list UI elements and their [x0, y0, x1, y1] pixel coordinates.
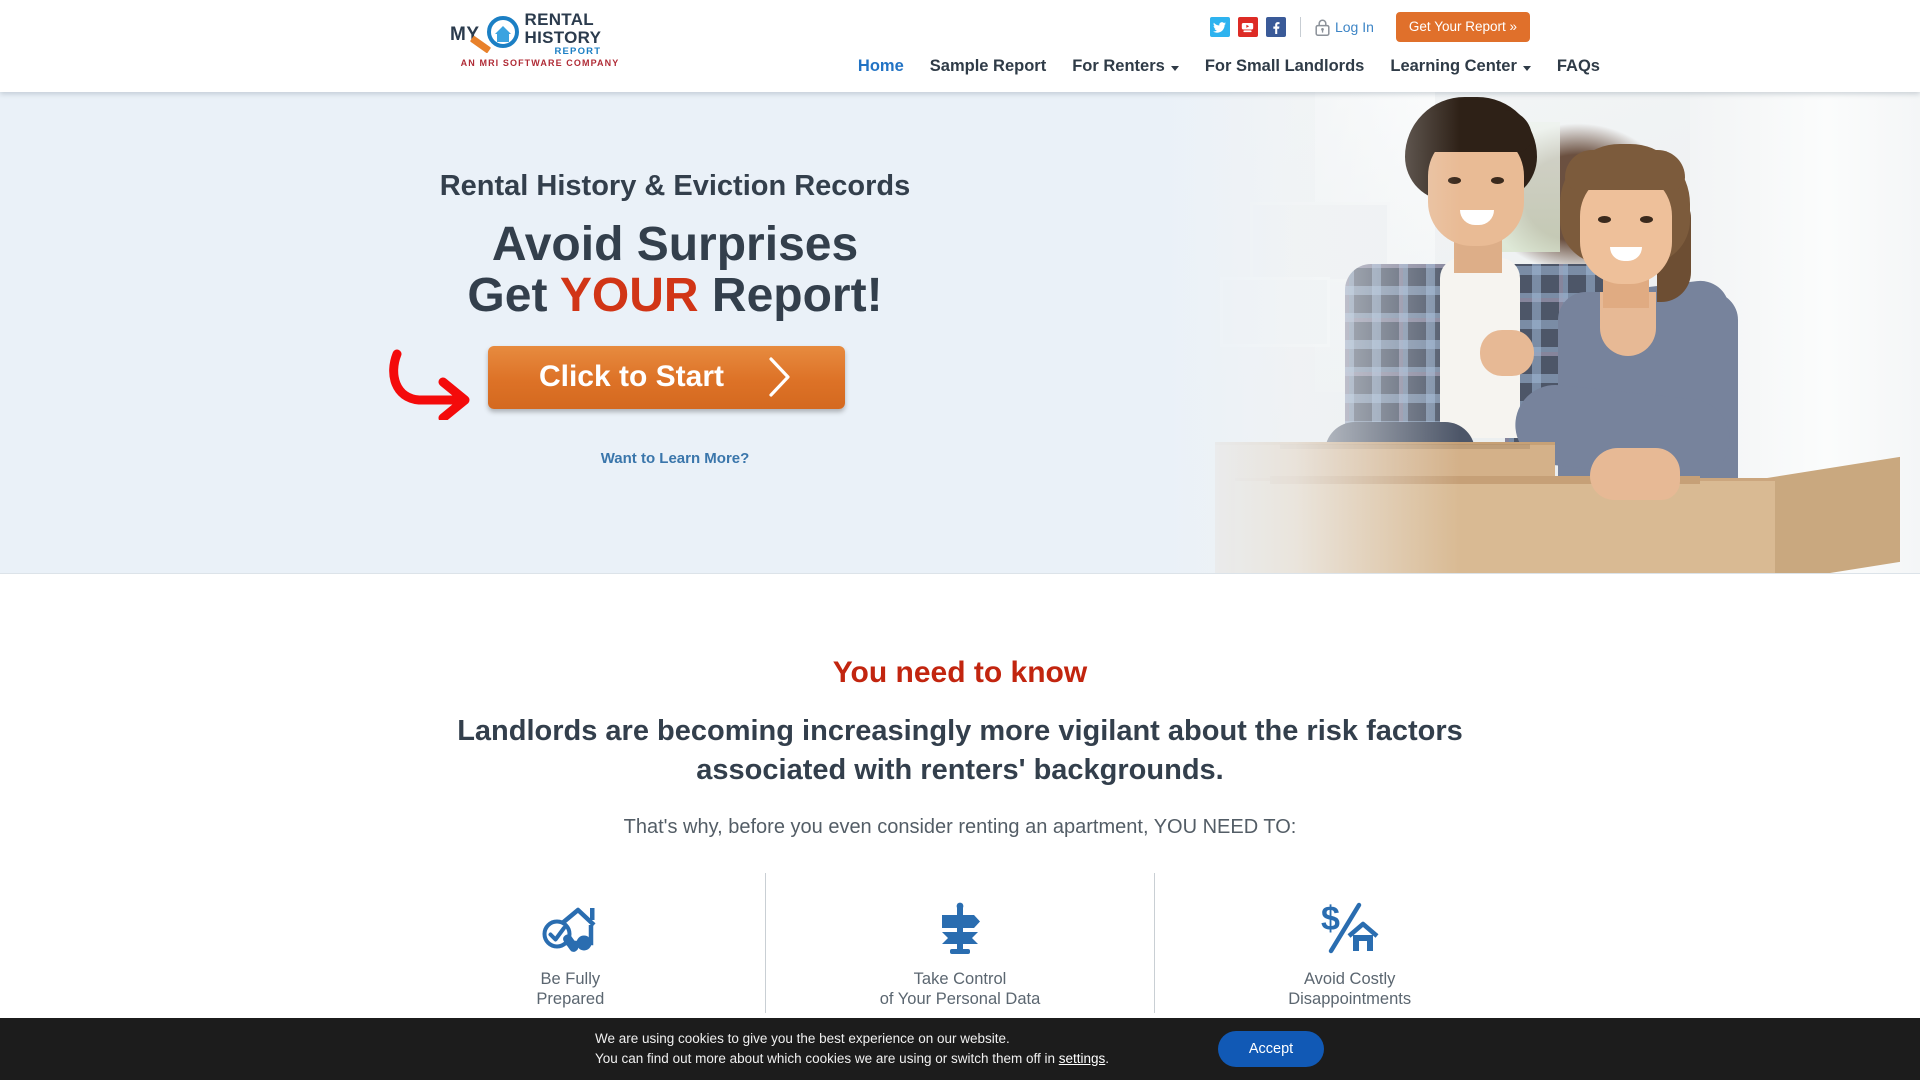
- cookie-settings-link[interactable]: settings: [1059, 1051, 1106, 1066]
- hero-headline-get: Get: [467, 269, 560, 323]
- lock-icon: [1315, 19, 1330, 36]
- cookie-message: We are using cookies to give you the bes…: [595, 1029, 1109, 1068]
- site-header: MY RENTAL HISTORY REPORT AN MRI SOFTWARE…: [0, 0, 1920, 92]
- hero-section: Rental History & Eviction Records Avoid …: [0, 92, 1920, 574]
- nav-label-sample-report: Sample Report: [929, 57, 1047, 75]
- hero-content: Rental History & Eviction Records Avoid …: [0, 92, 1350, 467]
- benefit-label: Take Control of Your Personal Data: [880, 969, 1041, 1009]
- nav-item-for-renters[interactable]: For Renters: [1072, 57, 1179, 76]
- want-to-learn-more-link[interactable]: Want to Learn More?: [0, 450, 1350, 467]
- signpost-icon: [932, 899, 988, 957]
- logo-word-history: HISTORY: [524, 28, 602, 48]
- login-label: Log In: [1334, 19, 1374, 35]
- nav-item-home[interactable]: Home: [858, 57, 904, 76]
- hero-kicker: Rental History & Eviction Records: [439, 170, 911, 202]
- benefit-label-line1: Take Control: [913, 970, 1007, 989]
- svg-text:$: $: [1321, 901, 1340, 938]
- main-navigation: Home Sample Report For Renters For Small…: [858, 57, 1600, 76]
- nav-item-learning-center[interactable]: Learning Center: [1390, 57, 1531, 76]
- login-link[interactable]: Log In: [1315, 19, 1374, 36]
- cookie-message-line1: We are using cookies to give you the bes…: [595, 1031, 1010, 1046]
- twitter-icon[interactable]: [1209, 17, 1230, 37]
- cookie-accept-button[interactable]: Accept: [1218, 1031, 1324, 1067]
- chevron-down-icon: [1170, 65, 1179, 71]
- house-check-icon: [540, 899, 600, 957]
- nav-label-for-small-landlords: For Small Landlords: [1204, 57, 1365, 75]
- nav-label-for-renters: For Renters: [1072, 57, 1165, 75]
- dollar-house-icon: $: [1319, 899, 1381, 957]
- cookie-line2-pre: You can find out more about which cookie…: [595, 1050, 1059, 1066]
- youtube-icon[interactable]: [1237, 17, 1258, 37]
- click-to-start-label: Click to Start: [538, 360, 725, 394]
- logo-word-report: REPORT: [554, 45, 602, 57]
- hero-cta-area: Click to Start: [0, 345, 1350, 436]
- benefit-label-line2: of Your Personal Data: [879, 990, 1041, 1009]
- benefit-column-take-control: Take Control of Your Personal Data: [764, 873, 1155, 1014]
- cookie-message-line2: You can find out more about which cookie…: [595, 1049, 1109, 1069]
- hero-headline-line2: Get YOUR Report!: [0, 270, 1350, 321]
- utility-divider: [1299, 17, 1301, 37]
- facebook-icon[interactable]: [1265, 17, 1286, 37]
- nav-item-faqs[interactable]: FAQs: [1557, 57, 1600, 76]
- logo-tagline: AN MRI SOFTWARE COMPANY: [460, 58, 620, 68]
- info-headline: Landlords are becoming increasingly more…: [457, 715, 1463, 787]
- cookie-consent-bar: We are using cookies to give you the bes…: [0, 1018, 1920, 1080]
- chevron-down-icon: [1522, 65, 1531, 71]
- hero-headline-report: Report!: [698, 269, 883, 323]
- hero-headline: Avoid Surprises Get YOUR Report!: [0, 219, 1350, 322]
- hero-headline-your: YOUR: [559, 269, 699, 323]
- benefit-label-line2: Disappointments: [1288, 990, 1412, 1009]
- cookie-line2-post: .: [1105, 1050, 1110, 1066]
- header-utility-bar: Log In Get Your Report »: [1209, 12, 1530, 42]
- benefit-label: Be Fully Prepared: [536, 969, 604, 1009]
- benefit-column-avoid-costly: $ Avoid Costly Disappointments: [1154, 873, 1544, 1014]
- benefit-columns: Be Fully Prepared Take Control of Your P…: [376, 873, 1544, 1014]
- nav-label-learning-center: Learning Center: [1390, 57, 1517, 75]
- site-logo[interactable]: MY RENTAL HISTORY REPORT AN MRI SOFTWARE…: [450, 11, 630, 76]
- benefit-label-line2: Prepared: [536, 990, 605, 1009]
- chevron-right-icon: [769, 357, 790, 397]
- logo-word-rental: RENTAL: [524, 10, 594, 30]
- hero-headline-line1: Avoid Surprises: [491, 218, 859, 271]
- benefit-label: Avoid Costly Disappointments: [1288, 969, 1411, 1009]
- red-curved-arrow-icon: [389, 349, 470, 420]
- nav-label-faqs: FAQs: [1556, 57, 1600, 75]
- info-subtext: That's why, before you even consider ren…: [623, 816, 1297, 839]
- get-your-report-button[interactable]: Get Your Report »: [1395, 12, 1530, 42]
- benefit-label-line1: Avoid Costly: [1303, 970, 1396, 989]
- click-to-start-button[interactable]: Click to Start: [488, 345, 845, 409]
- magnifier-house-icon: [469, 15, 522, 54]
- benefit-column-be-fully-prepared: Be Fully Prepared: [376, 873, 765, 1013]
- nav-item-for-small-landlords[interactable]: For Small Landlords: [1205, 57, 1365, 76]
- info-section: You need to know Landlords are becoming …: [0, 574, 1920, 1014]
- nav-label-home: Home: [857, 57, 904, 75]
- logo-mark: MY RENTAL HISTORY REPORT: [450, 11, 630, 56]
- benefit-label-line1: Be Fully: [540, 970, 601, 989]
- logo-wordmark: RENTAL HISTORY REPORT: [525, 11, 602, 56]
- info-kicker: You need to know: [832, 656, 1088, 689]
- nav-item-sample-report[interactable]: Sample Report: [930, 57, 1046, 76]
- page-root: MY RENTAL HISTORY REPORT AN MRI SOFTWARE…: [0, 0, 1920, 1080]
